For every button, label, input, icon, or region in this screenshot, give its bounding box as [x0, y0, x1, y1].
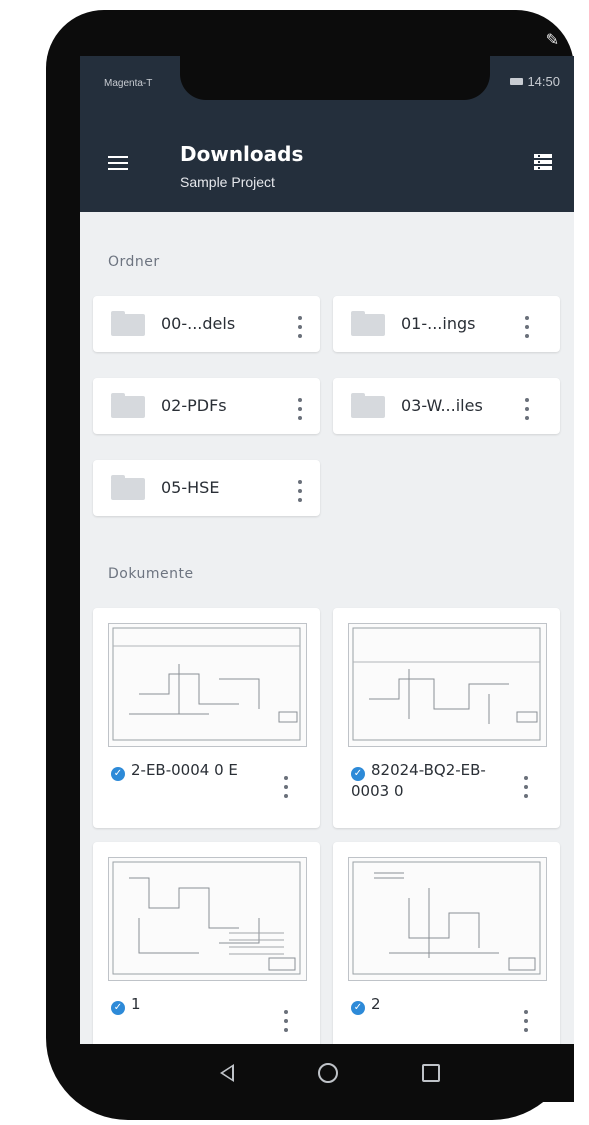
folder-icon [351, 393, 385, 418]
document-label: ✓ 1 [111, 994, 271, 1015]
more-vert-icon[interactable] [298, 316, 302, 338]
folder-card[interactable]: 03-W...iles [333, 378, 560, 434]
folder-name: 05-HSE [161, 478, 220, 497]
project-subtitle: Sample Project [180, 174, 275, 190]
status-right: 14:50 [510, 74, 560, 89]
folder-icon [111, 475, 145, 500]
battery-icon [510, 78, 524, 85]
more-vert-icon[interactable] [525, 398, 529, 420]
page-title: Downloads [180, 142, 304, 166]
document-thumbnail[interactable] [108, 857, 307, 981]
check-circle-icon: ✓ [351, 767, 365, 781]
carrier-label: Magenta-T [104, 78, 153, 89]
more-vert-icon[interactable] [284, 776, 288, 798]
more-vert-icon[interactable] [298, 398, 302, 420]
back-icon[interactable] [220, 1064, 234, 1082]
folder-icon [111, 393, 145, 418]
document-name: 2-EB-0004 0 E [131, 761, 238, 779]
document-thumbnail[interactable] [108, 623, 307, 747]
clock: 14:50 [527, 74, 560, 89]
document-card[interactable]: ✓ 2 [333, 842, 560, 1044]
folder-card[interactable]: 00-...dels [93, 296, 320, 352]
status-bar: Magenta-T 14:50 [80, 56, 574, 106]
recent-apps-icon[interactable] [422, 1064, 440, 1082]
more-vert-icon[interactable] [525, 316, 529, 338]
list-view-icon[interactable] [534, 154, 552, 170]
folder-name: 02-PDFs [161, 396, 227, 415]
drawing-preview [352, 627, 541, 741]
more-vert-icon[interactable] [284, 1010, 288, 1032]
folder-card[interactable]: 01-...ings [333, 296, 560, 352]
camera-notch [180, 56, 490, 100]
document-label: ✓ 2 [351, 994, 511, 1015]
drawing-preview [112, 861, 301, 975]
document-label: ✓ 82024-BQ2-EB-0003 0 [351, 760, 511, 801]
check-circle-icon: ✓ [111, 767, 125, 781]
edit-icon: ✎ [545, 30, 559, 49]
hamburger-menu-icon[interactable] [108, 156, 128, 170]
folder-name: 00-...dels [161, 314, 236, 333]
document-thumbnail[interactable] [348, 857, 547, 981]
document-card[interactable]: ✓ 82024-BQ2-EB-0003 0 [333, 608, 560, 828]
document-label: ✓ 2-EB-0004 0 E [111, 760, 271, 781]
drawing-preview [352, 861, 541, 975]
check-circle-icon: ✓ [351, 1001, 365, 1015]
folder-card[interactable]: 02-PDFs [93, 378, 320, 434]
document-name: 82024-BQ2-EB-0003 0 [351, 761, 486, 800]
folder-card[interactable]: 05-HSE [93, 460, 320, 516]
more-vert-icon[interactable] [298, 480, 302, 502]
document-name: 2 [371, 995, 381, 1013]
folder-icon [351, 311, 385, 336]
more-vert-icon[interactable] [524, 776, 528, 798]
documents-section-title: Dokumente [108, 566, 194, 582]
folder-icon [111, 311, 145, 336]
folder-name: 01-...ings [401, 314, 476, 333]
document-name: 1 [131, 995, 141, 1013]
screen: Magenta-T 14:50 Downloads Sample Project… [80, 56, 574, 1044]
system-nav-bar [80, 1044, 574, 1102]
document-thumbnail[interactable] [348, 623, 547, 747]
more-vert-icon[interactable] [524, 1010, 528, 1032]
folders-section-title: Ordner [108, 254, 160, 270]
document-card[interactable]: ✓ 1 [93, 842, 320, 1044]
document-card[interactable]: ✓ 2-EB-0004 0 E [93, 608, 320, 828]
check-circle-icon: ✓ [111, 1001, 125, 1015]
home-icon[interactable] [318, 1063, 338, 1083]
app-bar: Downloads Sample Project [80, 106, 574, 212]
drawing-preview [112, 627, 301, 741]
folder-name: 03-W...iles [401, 396, 483, 415]
